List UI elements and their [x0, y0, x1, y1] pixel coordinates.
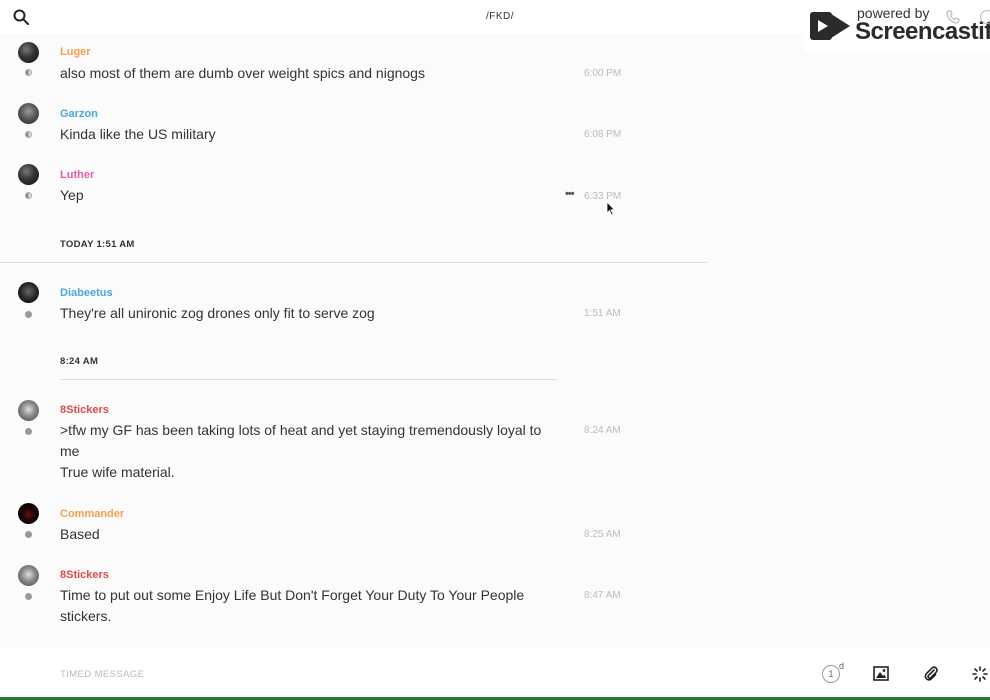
info-icon[interactable] [980, 10, 990, 24]
message-text: also most of them are dumb over weight s… [60, 65, 425, 81]
status-indicator [25, 593, 32, 600]
avatar[interactable] [18, 164, 39, 185]
date-divider-label: TODAY 1:51 AM [60, 239, 135, 250]
message-feed[interactable]: Luger also most of them are dumb over we… [0, 34, 990, 648]
avatar[interactable] [18, 103, 39, 124]
image-icon[interactable] [873, 666, 889, 681]
message-text: They're all unironic zog drones only fit… [60, 305, 375, 321]
message-text: Yep [60, 187, 84, 203]
message-item: Luther Yep ••• 6:33 PM [0, 158, 640, 220]
message-username[interactable]: Diabeetus [60, 287, 113, 299]
message-username[interactable]: 8Stickers [60, 404, 109, 416]
message-timestamp: 6:00 PM [584, 68, 622, 79]
avatar[interactable] [18, 282, 39, 303]
status-indicator [25, 192, 32, 199]
status-indicator [25, 531, 32, 538]
date-divider-line [0, 262, 707, 263]
message-text: Based [60, 526, 100, 542]
message-username[interactable]: Garzon [60, 108, 98, 120]
timer-icon: 1 [822, 665, 840, 683]
message-item: Commander Based 8:25 AM [0, 499, 640, 561]
message-timestamp: 8:24 AM [584, 425, 621, 436]
status-indicator [25, 131, 32, 138]
status-indicator [25, 428, 32, 435]
message-text: >tfw my GF has been taking lots of heat … [60, 422, 542, 459]
status-indicator [25, 69, 32, 76]
cursor-icon [606, 201, 616, 216]
avatar[interactable] [18, 503, 39, 524]
message-username[interactable]: Luther [60, 169, 94, 181]
timer-button[interactable]: 1 d [822, 661, 844, 683]
message-username[interactable]: Luger [60, 46, 91, 58]
message-text: Time to put out some Enjoy Life But Don'… [60, 587, 525, 624]
message-username[interactable]: Commander [60, 508, 124, 520]
message-timestamp: 8:25 AM [584, 529, 621, 540]
message-timestamp: 8:47 AM [584, 590, 621, 601]
message-item: Garzon Kinda like the US military 6:08 P… [0, 96, 640, 158]
message-item: Diabeetus They're all unironic zog drone… [0, 276, 640, 338]
message-timestamp: 6:08 PM [584, 129, 622, 140]
message-text-line: True wife material. [60, 464, 175, 480]
avatar[interactable] [18, 42, 39, 63]
message-item: Luger also most of them are dumb over we… [0, 34, 640, 96]
timer-unit: d [839, 661, 845, 671]
message-input[interactable] [60, 664, 760, 684]
avatar[interactable] [18, 400, 39, 421]
message-item: 8Stickers Time to put out some Enjoy Lif… [0, 561, 640, 646]
message-text: Kinda like the US military [60, 126, 216, 142]
time-divider-line [60, 379, 557, 380]
send-icon[interactable] [972, 666, 988, 682]
message-username[interactable]: 8Stickers [60, 569, 109, 581]
phone-icon[interactable] [946, 10, 960, 24]
message-item: 8Stickers >tfw my GF has been taking lot… [0, 394, 640, 499]
paperclip-icon[interactable] [923, 665, 939, 682]
avatar[interactable] [18, 565, 39, 586]
message-timestamp: 1:51 AM [584, 308, 621, 319]
more-icon[interactable]: ••• [565, 188, 575, 200]
composer-bar: 1 d [0, 648, 990, 700]
time-divider-label: 8:24 AM [60, 356, 99, 367]
status-indicator [25, 311, 32, 318]
